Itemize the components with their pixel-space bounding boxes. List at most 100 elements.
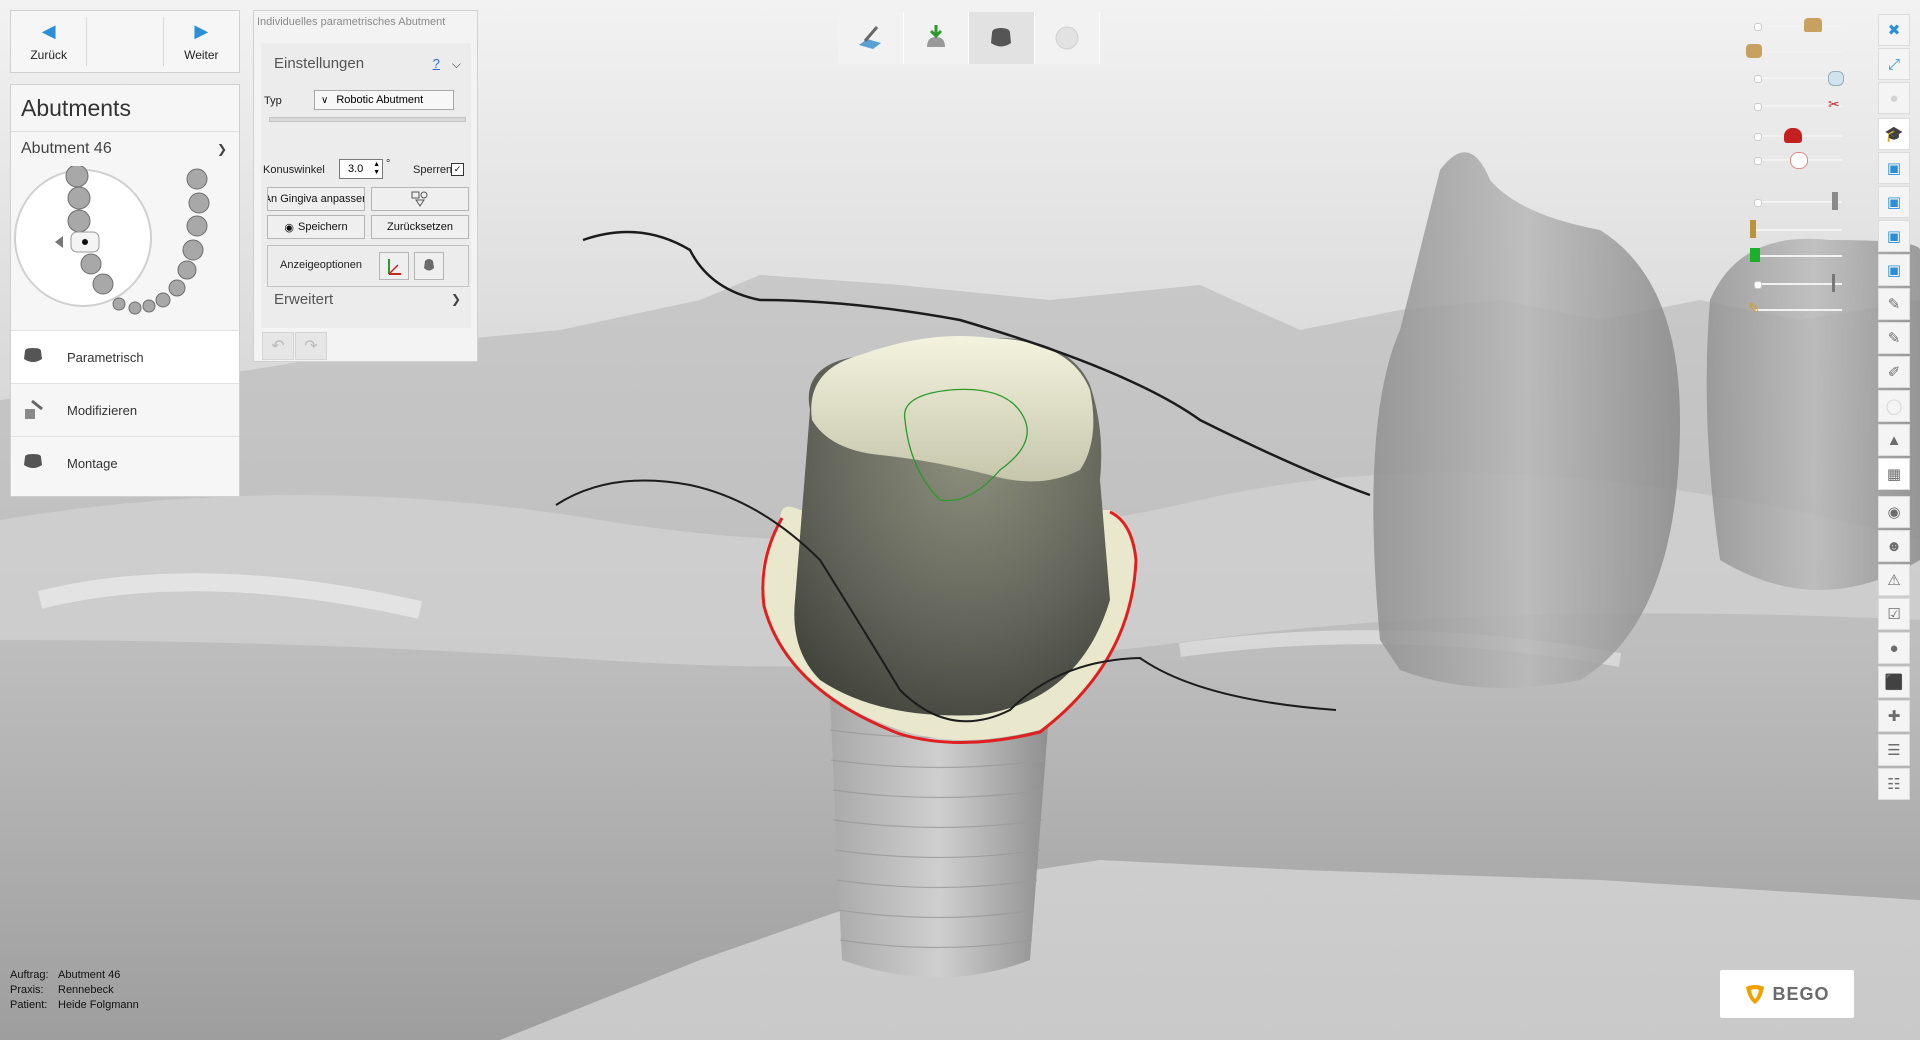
toolbar-button-box[interactable]: ⬛ — [1878, 666, 1910, 698]
tool-parametric[interactable]: Parametrisch — [11, 330, 239, 383]
tooth-chart[interactable] — [11, 164, 241, 330]
toolbar-button-cube-top[interactable]: ▣ — [1878, 186, 1910, 218]
slider-scanbody[interactable] — [1746, 246, 1846, 266]
toolbar-button-crosshair[interactable]: ✚ — [1878, 700, 1910, 732]
undo-button[interactable]: ↶ — [262, 332, 294, 360]
implant-marker-icon — [82, 239, 88, 245]
screw-icon — [1750, 220, 1756, 238]
display-axis-button[interactable] — [379, 252, 409, 280]
type-dropdown[interactable]: ∨ Robotic Abutment — [314, 90, 454, 110]
slider-pen[interactable]: ✎ — [1746, 300, 1846, 320]
slider-implant[interactable] — [1746, 192, 1846, 212]
toolbar-button-warning[interactable]: ⚠ — [1878, 564, 1910, 596]
toolbar-button-brush[interactable]: ✐ — [1878, 356, 1910, 388]
workflow-step-insert[interactable] — [903, 12, 969, 64]
workflow-step-abutment[interactable] — [969, 12, 1035, 64]
lock-checkbox[interactable]: ✓ — [451, 163, 464, 176]
brand-name: BEGO — [1772, 983, 1830, 1004]
next-button[interactable]: ▶ Weiter — [164, 11, 239, 72]
order-key: Auftrag: — [10, 969, 49, 981]
help-link[interactable]: ? — [433, 56, 440, 71]
knife-icon: ✎ — [1887, 296, 1901, 313]
spin-arrows-icon[interactable]: ▲ ▼ — [373, 161, 380, 177]
cube-top-icon: ▣ — [1886, 194, 1902, 211]
reset-label: Zurücksetzen — [386, 221, 454, 233]
redo-icon: ↷ — [304, 338, 318, 355]
panel-title: Abutments — [11, 85, 239, 132]
toolbar-button-face[interactable]: ☻ — [1878, 530, 1910, 562]
cube-back-icon: ▣ — [1886, 262, 1902, 279]
abutment-gold-icon — [1804, 18, 1822, 32]
dialog-content: Einstellungen ? ⌵ Typ ∨ Robotic Abutment … — [261, 43, 471, 328]
toolbar-button-camera[interactable]: ● — [1878, 632, 1910, 664]
abutment-selector[interactable]: Abutment 46 ❯ — [11, 132, 239, 166]
brush-icon: ✐ — [1887, 364, 1901, 381]
cone-angle-label: Konuswinkel — [263, 164, 325, 176]
settings-section-label: Einstellungen — [274, 54, 365, 72]
cube-side-icon: ▣ — [1886, 228, 1902, 245]
right-toolbar: ✖ ⤢ ● 🎓 ▣ ▣ ▣ ▣ ✎ ✎ ✐ ◯ ▲ ▦ ◉ ☻ ⚠ ☑ ● ⬛ ✚ ☰ ☷ — [1876, 12, 1912, 802]
reset-button[interactable]: Zurücksetzen — [371, 215, 469, 239]
display-abutment-button[interactable] — [414, 252, 444, 280]
slider-antagonist[interactable] — [1746, 150, 1846, 170]
toolbar-button-cube-front[interactable]: ▣ — [1878, 152, 1910, 184]
toolbar-button-graduation-cap[interactable]: 🎓 — [1878, 118, 1910, 150]
toolbar-button-ruler[interactable]: ☰ — [1878, 734, 1910, 766]
abutment-icon — [424, 259, 434, 271]
chevron-down-icon: ❯ — [216, 142, 227, 156]
channel-icon — [1832, 274, 1835, 292]
settings-section-header[interactable]: Einstellungen ? ⌵ — [261, 43, 471, 73]
cube-front-icon: ▣ — [1886, 160, 1902, 177]
tooth-blue-icon — [1828, 71, 1844, 86]
shapes-icon — [411, 191, 428, 207]
tool-assembly[interactable]: Montage — [11, 436, 239, 489]
slider-gingiva[interactable] — [1746, 126, 1846, 146]
toolbar-button-cube-side[interactable]: ▣ — [1878, 220, 1910, 252]
workflow-step-design[interactable] — [838, 12, 904, 64]
toolbar-button-sphere[interactable]: ● — [1878, 82, 1910, 114]
tool-modify-label: Modifizieren — [67, 402, 138, 418]
workflow-toolbar — [838, 12, 1100, 64]
fit-gingiva-button[interactable]: An Gingiva anpassen — [267, 187, 365, 211]
type-slider[interactable] — [269, 117, 466, 122]
scanbody-icon — [1750, 248, 1760, 262]
toolbar-button-checklist[interactable]: ☑ — [1878, 598, 1910, 630]
parametric-abutment-dialog: Individuelles parametrisches Abutment Ei… — [253, 10, 478, 362]
abutments-panel: Abutments Abutment 46 ❯ Parametrisch Mod… — [10, 84, 240, 497]
cone-angle-spinner[interactable]: 3.0 ▲ ▼ — [339, 159, 383, 179]
slider-screw[interactable] — [1746, 220, 1846, 240]
fit-gingiva-label: An Gingiva anpassen — [267, 193, 365, 205]
brand-logo: BEGO — [1720, 970, 1854, 1018]
slider-crown[interactable] — [1746, 42, 1846, 62]
advanced-section-header[interactable]: Erweitert ❯ — [261, 279, 471, 309]
toolbar-button-close[interactable]: ✖ — [1878, 14, 1910, 46]
pen-icon: ✎ — [1748, 300, 1760, 316]
report-icon: ☷ — [1887, 776, 1901, 793]
patient-value: Heide Folgmann — [58, 999, 139, 1011]
toolbar-button-fullscreen[interactable]: ⤢ — [1878, 48, 1910, 80]
type-dropdown-value: Robotic Abutment — [336, 94, 424, 106]
toolbar-button-cube-back[interactable]: ▣ — [1878, 254, 1910, 286]
tool-parametric-label: Parametrisch — [67, 349, 144, 365]
slider-tooth[interactable] — [1746, 68, 1846, 88]
slider-channel[interactable] — [1746, 274, 1846, 294]
slider-abutment[interactable] — [1746, 16, 1846, 36]
toolbar-button-knife-2[interactable]: ✎ — [1878, 322, 1910, 354]
shape-options-button[interactable] — [371, 187, 469, 211]
back-button[interactable]: ◀ Zurück — [11, 11, 86, 72]
slider-cut[interactable]: ✂ — [1746, 96, 1846, 116]
save-button[interactable]: ◉ Speichern — [267, 215, 365, 239]
toolbar-button-crown[interactable]: ◉ — [1878, 496, 1910, 528]
redo-button[interactable]: ↷ — [295, 332, 327, 360]
toolbar-button-knife[interactable]: ✎ — [1878, 288, 1910, 320]
arrow-left-icon: ◀ — [41, 20, 56, 41]
workflow-step-crown[interactable] — [1034, 12, 1100, 64]
tool-modify[interactable]: Modifizieren — [11, 383, 239, 436]
toolbar-button-tooth-dim[interactable]: ◯ — [1878, 390, 1910, 422]
toolbar-button-clamp[interactable]: ▦ — [1878, 458, 1910, 490]
toolbar-button-wax[interactable]: ▲ — [1878, 424, 1910, 456]
knife-2-icon: ✎ — [1887, 330, 1901, 347]
face-icon: ☻ — [1886, 537, 1902, 555]
tooth-chart-graphic[interactable] — [11, 164, 241, 330]
toolbar-button-report[interactable]: ☷ — [1878, 768, 1910, 800]
